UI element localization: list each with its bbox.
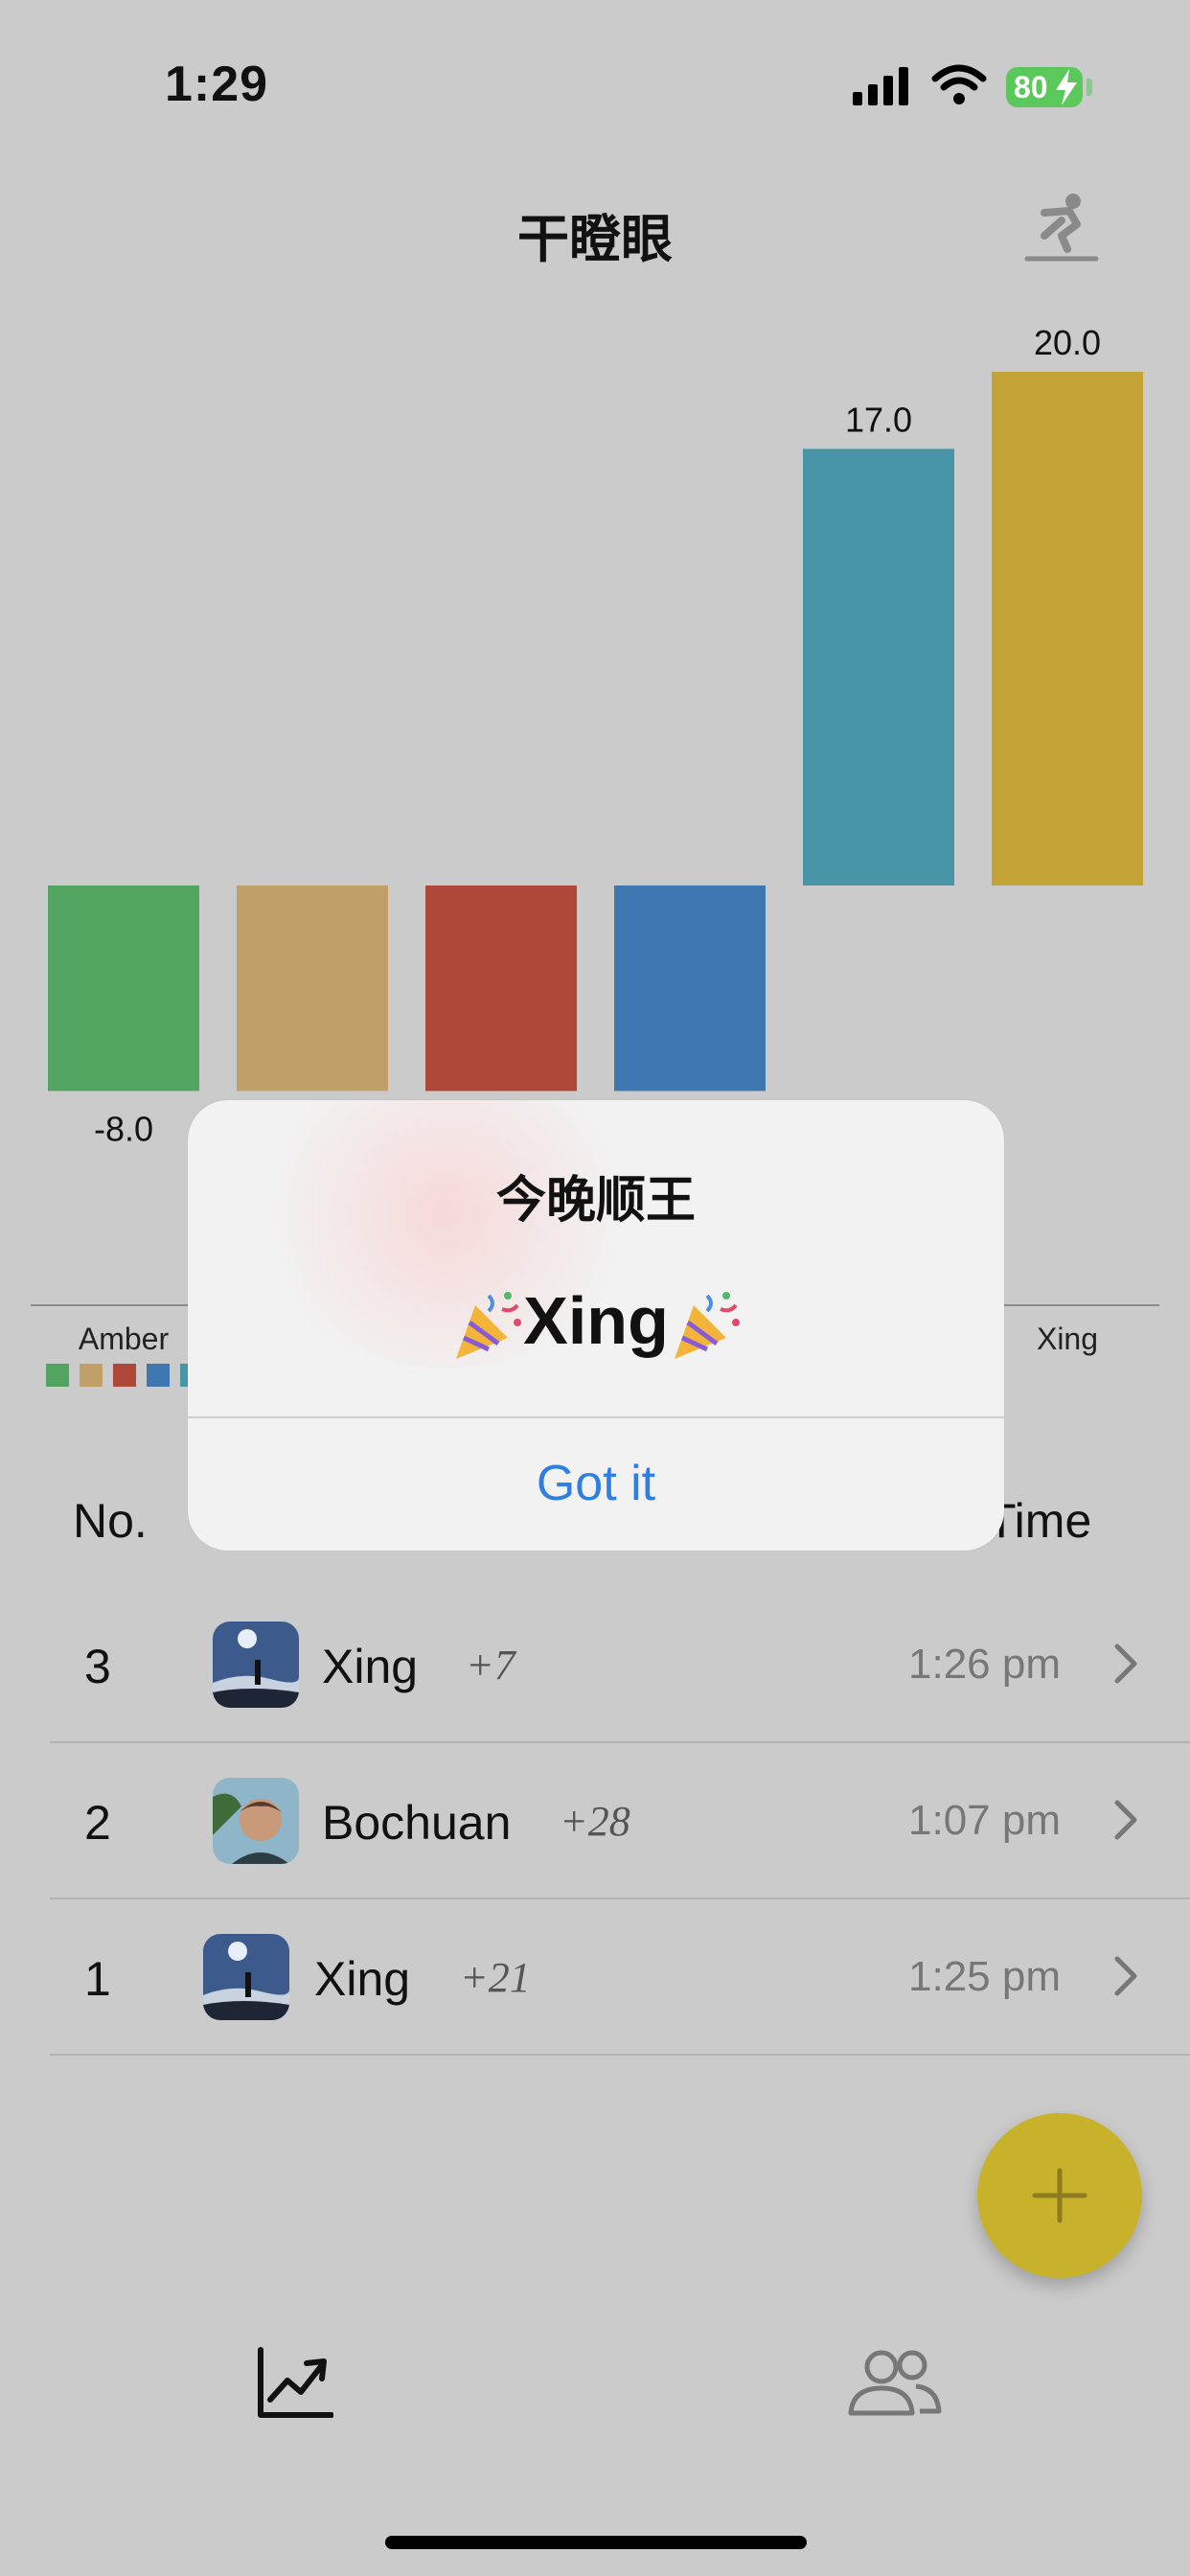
winner-name: Xing: [523, 1283, 669, 1358]
legend-swatch: [113, 1364, 136, 1387]
score-delta: +7: [466, 1642, 515, 1689]
alert-title: 今晚顺王: [495, 1173, 696, 1229]
table-row[interactable]: 1 Xing +21 1:25 pm: [0, 1899, 1190, 2056]
score-delta: +21: [460, 1954, 531, 2001]
row-number: 2: [84, 1796, 111, 1850]
row-time: 1:25 pm: [908, 1953, 1061, 2000]
home-indicator: [385, 2536, 807, 2549]
page-title: 干瞪眼: [517, 211, 673, 268]
table-row[interactable]: 3 Xing +7 1:26 pm: [0, 1587, 1190, 1743]
snowboarder-icon[interactable]: [1023, 192, 1100, 268]
chart-bar: [614, 886, 766, 1092]
party-popper-icon: [456, 1291, 522, 1359]
row-divider: [50, 2054, 1190, 2056]
chart-bar: [803, 448, 954, 886]
legend-swatch: [46, 1364, 69, 1387]
bar-value-label: 17.0: [845, 400, 912, 439]
avatar: [213, 1778, 299, 1864]
chevron-right-icon: [1114, 1956, 1137, 1996]
row-number: 3: [84, 1640, 111, 1693]
x-tick-label: Xing: [1037, 1322, 1098, 1356]
add-round-button[interactable]: [977, 2113, 1142, 2278]
header-no: No.: [73, 1494, 148, 1548]
chart-trend-icon[interactable]: [257, 2346, 333, 2419]
row-time: 1:26 pm: [908, 1641, 1061, 1688]
winner-alert-dialog: 今晚顺王 Xing Got it: [188, 1100, 1004, 1551]
row-number: 1: [84, 1952, 111, 2006]
chart-bar: [992, 372, 1143, 886]
x-tick-label: Amber: [79, 1322, 170, 1356]
avatar: [203, 1934, 289, 2020]
player-name: Xing: [322, 1640, 419, 1693]
avatar: [213, 1622, 299, 1708]
row-time: 1:07 pm: [908, 1797, 1061, 1844]
status-time: 1:29: [165, 57, 269, 112]
party-popper-icon: [674, 1291, 740, 1359]
player-name: Xing: [314, 1952, 411, 2006]
plus-icon: [1032, 2168, 1087, 2223]
got-it-button[interactable]: Got it: [188, 1416, 1004, 1551]
chevron-right-icon: [1114, 1800, 1137, 1840]
score-delta: +28: [560, 1798, 630, 1845]
battery-cap: [1087, 79, 1092, 96]
status-bar: 1:29 80: [0, 0, 1190, 144]
bar-value-label: 20.0: [1034, 323, 1101, 362]
people-icon[interactable]: [843, 2346, 943, 2419]
chart-bar: [48, 886, 199, 1092]
charging-bolt-icon: [1056, 69, 1077, 105]
table-row[interactable]: 2 Bochuan +28 1:07 pm: [0, 1743, 1190, 1899]
legend-swatch: [80, 1364, 103, 1387]
chart-bar: [237, 886, 388, 1092]
legend-swatch: [147, 1364, 170, 1387]
chart-bar: [425, 886, 577, 1092]
signal-icon: [853, 67, 908, 105]
player-name: Bochuan: [322, 1796, 512, 1850]
alert-message: Xing: [188, 1282, 1004, 1363]
bar-value-label: -8.0: [94, 1109, 153, 1148]
wifi-icon: [931, 64, 987, 104]
chevron-right-icon: [1114, 1644, 1137, 1684]
